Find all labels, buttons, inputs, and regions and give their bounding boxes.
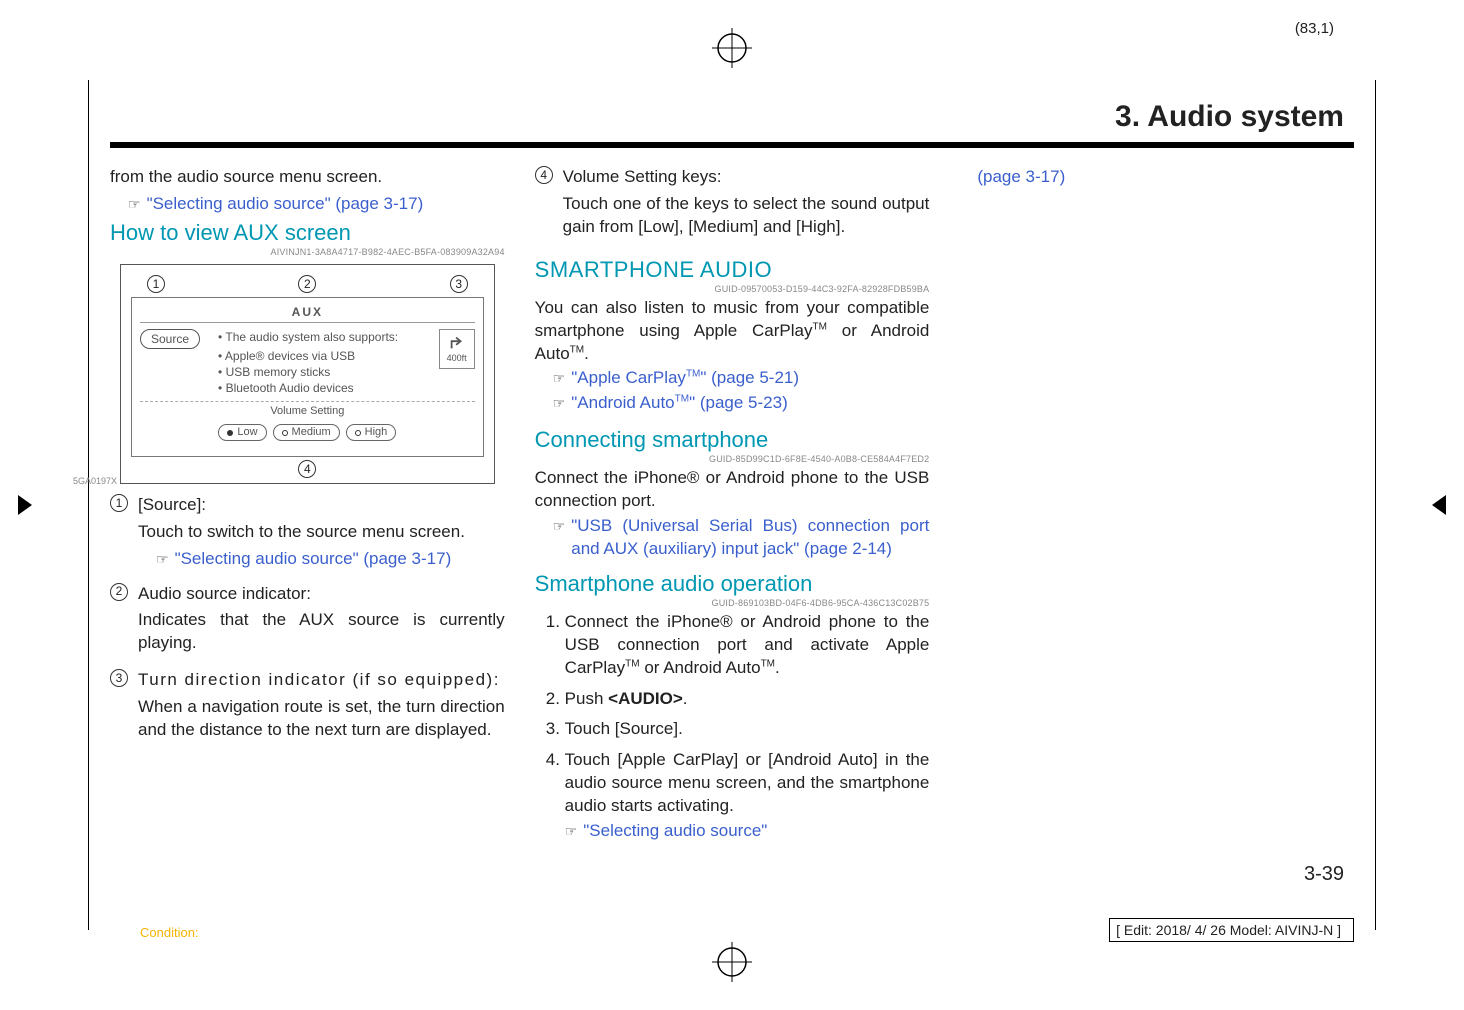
callout-3: 3 bbox=[450, 275, 468, 293]
item4-label: Volume Setting keys: bbox=[563, 166, 930, 189]
pointer-icon: ☞ bbox=[553, 517, 566, 536]
pointer-icon: ☞ bbox=[565, 822, 578, 841]
op-step-1: Connect the iPhone® or Android phone to … bbox=[565, 611, 930, 680]
ref-link: "Selecting audio source" bbox=[583, 820, 767, 843]
item2-label: Audio source indicator: bbox=[138, 583, 505, 606]
item3-text: When a navigation route is set, the turn… bbox=[138, 696, 505, 742]
smartphone-intro: You can also listen to music from your c… bbox=[535, 297, 930, 366]
list-marker-1: 1 bbox=[110, 494, 128, 512]
vol-med: Medium bbox=[273, 424, 340, 441]
section-title-aux: How to view AUX screen bbox=[110, 218, 505, 248]
callout-2: 2 bbox=[298, 275, 316, 293]
vol-low: Low bbox=[218, 424, 266, 441]
item1-text: Touch to switch to the source menu scree… bbox=[138, 521, 505, 544]
item2-text: Indicates that the AUX source is current… bbox=[138, 609, 505, 655]
column-3: (page 3-17) bbox=[959, 166, 1354, 851]
section-title-connecting: Connecting smartphone bbox=[535, 425, 930, 455]
sheet-number: (83,1) bbox=[1295, 20, 1334, 37]
turn-arrow: 400ft bbox=[439, 329, 475, 369]
pointer-icon: ☞ bbox=[156, 550, 169, 569]
section-title-operation: Smartphone audio operation bbox=[535, 569, 930, 599]
fig-list-item: Apple® devices via USB bbox=[218, 348, 429, 364]
turn-distance: 400ft bbox=[447, 352, 467, 364]
page-number: 3-39 bbox=[110, 863, 1354, 886]
chapter-title: 3. Audio system bbox=[110, 100, 1354, 134]
fig-list-item: Bluetooth Audio devices bbox=[218, 380, 429, 396]
source-button: Source bbox=[140, 329, 200, 349]
ref-link: "Selecting audio source" (page 3-17) bbox=[147, 193, 424, 216]
vol-setting-label: Volume Setting bbox=[140, 401, 475, 419]
op-step-4: Touch [Apple CarPlay] or [Android Auto] … bbox=[565, 749, 930, 843]
divider bbox=[110, 142, 1354, 148]
ref-carplay: "Apple CarPlayTM" (page 5-21) bbox=[571, 367, 799, 390]
list-marker-4: 4 bbox=[535, 166, 553, 184]
list-marker-3: 3 bbox=[110, 669, 128, 687]
trim-line-right bbox=[1375, 80, 1376, 930]
item4-text: Touch one of the keys to select the soun… bbox=[563, 193, 930, 239]
intro-text: from the audio source menu screen. bbox=[110, 166, 505, 189]
section-title-smartphone: SMARTPHONE AUDIO bbox=[535, 255, 930, 285]
column-2: 4 Volume Setting keys: Touch one of the … bbox=[535, 166, 930, 851]
aux-screen-figure: 1 2 3 AUX Source The audio system also s… bbox=[120, 264, 495, 484]
trim-line-left bbox=[88, 80, 89, 930]
ref-android: "Android AutoTM" (page 5-23) bbox=[571, 392, 788, 415]
ref-page-continuation: (page 3-17) bbox=[977, 166, 1354, 189]
callout-4: 4 bbox=[298, 460, 316, 478]
pointer-icon: ☞ bbox=[128, 195, 141, 214]
footer-edit-info: [ Edit: 2018/ 4/ 26 Model: AIVINJ-N ] bbox=[1109, 918, 1354, 942]
column-1: from the audio source menu screen. ☞ "Se… bbox=[110, 166, 505, 851]
ref-link: "Selecting audio source" (page 3-17) bbox=[175, 548, 452, 571]
fig-supports: The audio system also supports: bbox=[218, 329, 429, 345]
op-step-3: Touch [Source]. bbox=[565, 718, 930, 741]
crop-mark-left bbox=[18, 495, 32, 515]
ref-usb: "USB (Universal Serial Bus) connection p… bbox=[571, 515, 929, 561]
aux-label: AUX bbox=[140, 304, 475, 323]
op-step-2: Push <AUDIO>. bbox=[565, 688, 930, 711]
crop-mark-right bbox=[1432, 495, 1446, 515]
vol-high: High bbox=[346, 424, 397, 441]
fig-list-item: USB memory sticks bbox=[218, 364, 429, 380]
item1-label: [Source]: bbox=[138, 494, 505, 517]
figure-code: 5GA0197X bbox=[73, 475, 117, 487]
pointer-icon: ☞ bbox=[553, 394, 566, 413]
footer-condition: Condition: bbox=[140, 925, 199, 940]
crop-mark-top bbox=[712, 28, 752, 68]
pointer-icon: ☞ bbox=[553, 369, 566, 388]
callout-1: 1 bbox=[147, 275, 165, 293]
connecting-text: Connect the iPhone® or Android phone to … bbox=[535, 467, 930, 513]
item3-label: Turn direction indicator (if so equipped… bbox=[138, 669, 505, 692]
list-marker-2: 2 bbox=[110, 583, 128, 601]
